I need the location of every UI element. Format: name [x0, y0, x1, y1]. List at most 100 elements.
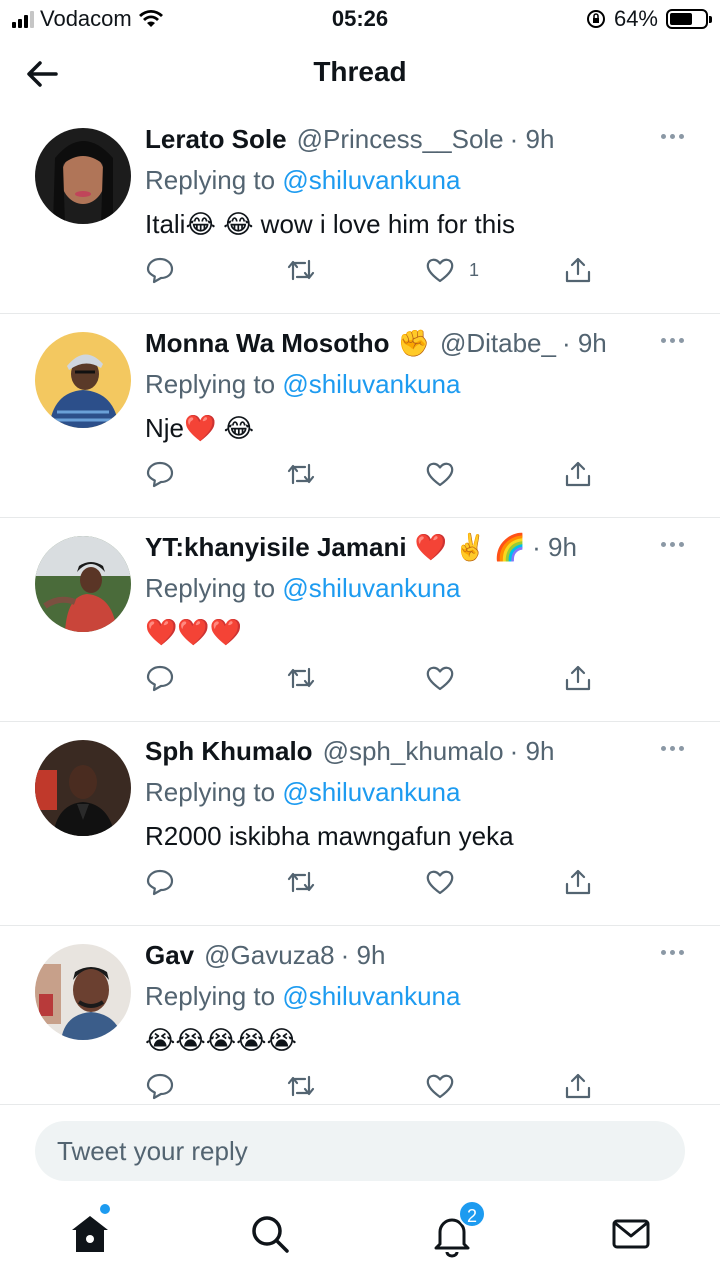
name-emoji: ✊ [397, 328, 430, 358]
like-button[interactable] [425, 867, 455, 897]
heart-icon [426, 870, 454, 895]
battery-fill [670, 13, 692, 25]
tweet-item[interactable]: Gav @Gavuza8 · 9h Replying to @shiluvank… [0, 926, 720, 1104]
like-button[interactable]: 1 [425, 255, 479, 285]
reply-button[interactable] [145, 255, 175, 285]
more-options-icon[interactable] [661, 338, 684, 343]
tweet-header: Sph Khumalo @sph_khumalo · 9h [145, 736, 660, 767]
share-icon [565, 665, 591, 691]
replying-to: Replying to @shiluvankuna [145, 777, 460, 808]
author-name[interactable]: Monna Wa Mosotho [145, 328, 390, 359]
retweet-icon [287, 259, 315, 281]
mail-icon [612, 1219, 650, 1249]
mention-link[interactable]: @shiluvankuna [282, 165, 460, 195]
author-name[interactable]: Sph Khumalo [145, 736, 313, 767]
tweet-text: Nje❤️ 😂 [145, 413, 254, 443]
tweet-time: · 9h [532, 532, 577, 562]
home-icon [72, 1216, 108, 1252]
more-options-icon[interactable] [661, 746, 684, 751]
reply-icon [146, 257, 174, 284]
share-icon [565, 257, 591, 283]
header: Thread [0, 40, 720, 110]
more-options-icon[interactable] [661, 950, 684, 955]
name-emoji: ❤️ ✌️ 🌈 [414, 532, 527, 562]
author-name[interactable]: Gav [145, 940, 194, 971]
notification-badge: 2 [458, 1200, 486, 1228]
replying-to-label: Replying to [145, 573, 276, 603]
tweet-header: YT:khanyisile Jamani ❤️ ✌️ 🌈 · 9h [145, 532, 660, 563]
retweet-button[interactable] [285, 255, 317, 285]
tweet-item[interactable]: Monna Wa Mosotho ✊ @Ditabe_ · 9h Replyin… [0, 314, 720, 518]
tweet-time: · 9h [340, 940, 386, 970]
tweet-item[interactable]: Sph Khumalo @sph_khumalo · 9h Replying t… [0, 722, 720, 926]
author-handle[interactable]: @Princess__Sole [297, 124, 504, 155]
retweet-button[interactable] [285, 867, 317, 897]
share-icon [565, 461, 591, 487]
replying-to-label: Replying to [145, 777, 276, 807]
more-options-icon[interactable] [661, 134, 684, 139]
author-name[interactable]: YT:khanyisile Jamani [145, 532, 407, 563]
tweet-reply-input[interactable] [35, 1121, 685, 1181]
retweet-button[interactable] [285, 1071, 317, 1101]
mention-link[interactable]: @shiluvankuna [282, 981, 460, 1011]
heart-icon [426, 1074, 454, 1099]
reply-button[interactable] [145, 663, 175, 693]
tweet-item[interactable]: Lerato Sole @Princess__Sole · 9h Replyin… [0, 110, 720, 314]
tweet-header: Monna Wa Mosotho ✊ @Ditabe_ · 9h [145, 328, 660, 359]
tweet-time: · 9h [561, 328, 607, 358]
like-button[interactable] [425, 1071, 455, 1101]
tab-home[interactable] [66, 1204, 114, 1258]
heart-icon [426, 462, 454, 487]
replying-to: Replying to @shiluvankuna [145, 369, 460, 400]
tweet-header: Gav @Gavuza8 · 9h [145, 940, 660, 971]
avatar[interactable] [35, 128, 131, 224]
retweet-icon [287, 1075, 315, 1097]
like-button[interactable] [425, 663, 455, 693]
mention-link[interactable]: @shiluvankuna [282, 573, 460, 603]
author-handle[interactable]: @sph_khumalo [323, 736, 504, 767]
orientation-lock-icon [586, 10, 605, 28]
reply-icon [146, 1073, 174, 1100]
reply-icon [146, 869, 174, 896]
avatar[interactable] [35, 536, 131, 632]
replying-to: Replying to @shiluvankuna [145, 573, 460, 604]
mention-link[interactable]: @shiluvankuna [282, 369, 460, 399]
share-icon [565, 869, 591, 895]
tab-search[interactable] [246, 1210, 294, 1258]
status-bar: Vodacom 05:26 64% [0, 0, 720, 40]
bottom-tab-bar: 2 [0, 1196, 720, 1280]
battery-percent: 64% [613, 6, 658, 31]
author-name[interactable]: Lerato Sole [145, 124, 287, 155]
author-handle[interactable]: @Gavuza8 [204, 940, 334, 971]
tweet-item[interactable]: YT:khanyisile Jamani ❤️ ✌️ 🌈 · 9h Replyi… [0, 518, 720, 722]
reply-button[interactable] [145, 1071, 175, 1101]
share-button[interactable] [563, 867, 593, 897]
retweet-button[interactable] [285, 663, 317, 693]
tab-notifications[interactable]: 2 [428, 1200, 486, 1258]
tweet-time: · 9h [509, 124, 555, 154]
share-button[interactable] [563, 255, 593, 285]
replying-to: Replying to @shiluvankuna [145, 981, 460, 1012]
tweet-actions [145, 459, 605, 495]
tweet-time: · 9h [509, 736, 555, 766]
share-button[interactable] [563, 459, 593, 489]
search-icon [252, 1216, 289, 1253]
share-button[interactable] [563, 663, 593, 693]
author-handle[interactable]: @Ditabe_ [440, 328, 556, 359]
like-button[interactable] [425, 459, 455, 489]
tweet-text: 😭😭😭😭😭 [145, 1025, 297, 1055]
reply-button[interactable] [145, 867, 175, 897]
reply-button[interactable] [145, 459, 175, 489]
avatar[interactable] [35, 740, 131, 836]
mention-link[interactable]: @shiluvankuna [282, 777, 460, 807]
share-button[interactable] [563, 1071, 593, 1101]
replying-to: Replying to @shiluvankuna [145, 165, 460, 196]
avatar[interactable] [35, 332, 131, 428]
tweet-text: Itali😂 😂 wow i love him for this [145, 209, 515, 239]
reply-icon [146, 461, 174, 488]
retweet-button[interactable] [285, 459, 317, 489]
reply-composer [0, 1104, 720, 1196]
more-options-icon[interactable] [661, 542, 684, 547]
avatar[interactable] [35, 944, 131, 1040]
tab-messages[interactable] [607, 1210, 655, 1258]
